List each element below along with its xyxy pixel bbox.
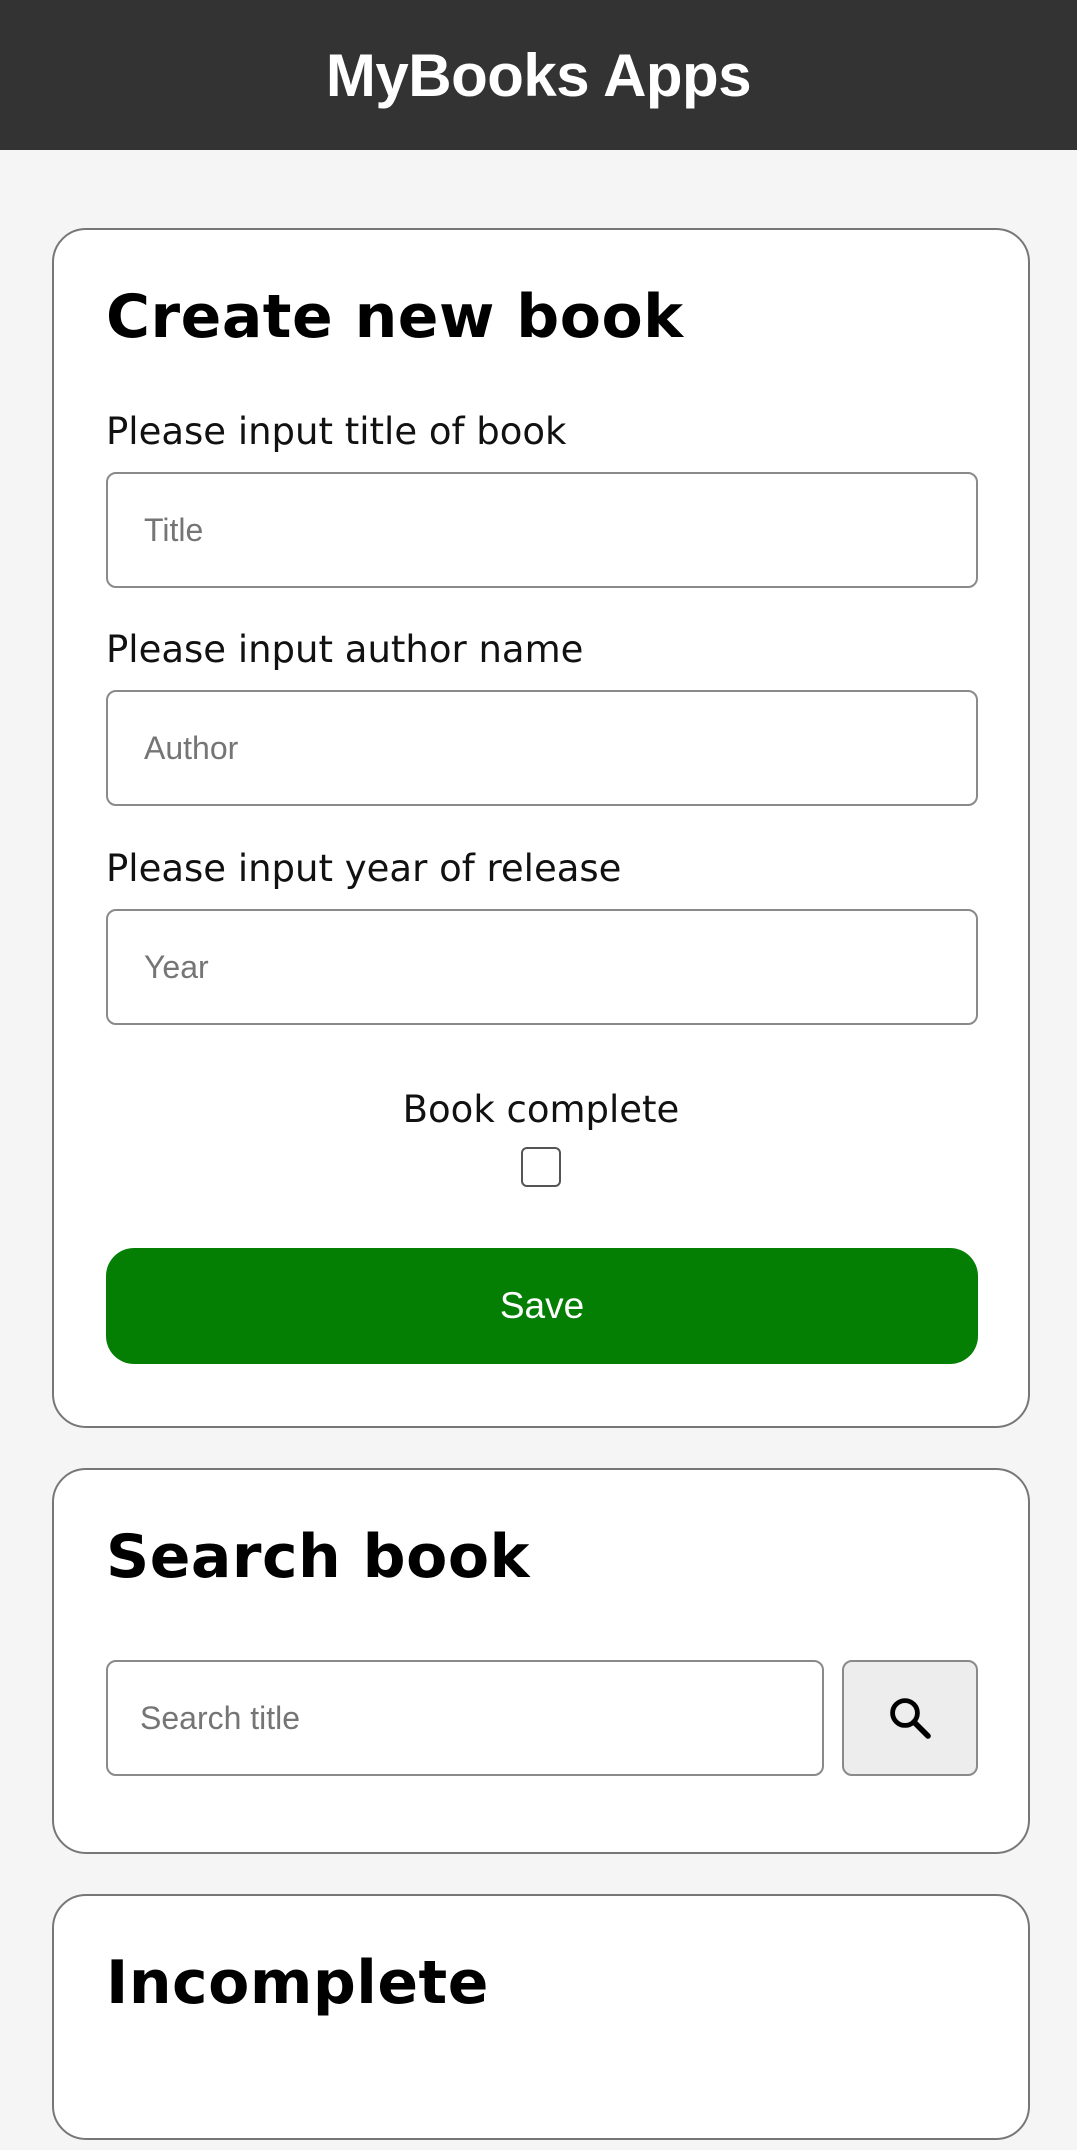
app-header: MyBooks Apps	[0, 0, 1077, 150]
search-book-heading: Search book	[106, 1522, 530, 1592]
incomplete-card: Incomplete	[52, 1894, 1030, 2140]
search-input[interactable]	[106, 1660, 824, 1776]
title-input[interactable]	[106, 472, 978, 588]
book-complete-group: Book complete	[54, 1088, 1028, 1192]
search-book-card: Search book	[52, 1468, 1030, 1854]
author-label: Please input author name	[106, 628, 584, 671]
book-complete-checkbox[interactable]	[521, 1147, 561, 1187]
search-button[interactable]	[842, 1660, 978, 1776]
search-icon	[886, 1694, 934, 1742]
author-input[interactable]	[106, 690, 978, 806]
save-button[interactable]: Save	[106, 1248, 978, 1364]
app-title: MyBooks Apps	[325, 41, 752, 109]
year-label: Please input year of release	[106, 847, 622, 890]
create-book-card: Create new book Please input title of bo…	[52, 228, 1030, 1428]
create-book-heading: Create new book	[106, 282, 684, 352]
book-complete-label: Book complete	[402, 1088, 680, 1131]
title-label: Please input title of book	[106, 410, 567, 453]
year-input[interactable]	[106, 909, 978, 1025]
incomplete-heading: Incomplete	[106, 1948, 489, 2018]
